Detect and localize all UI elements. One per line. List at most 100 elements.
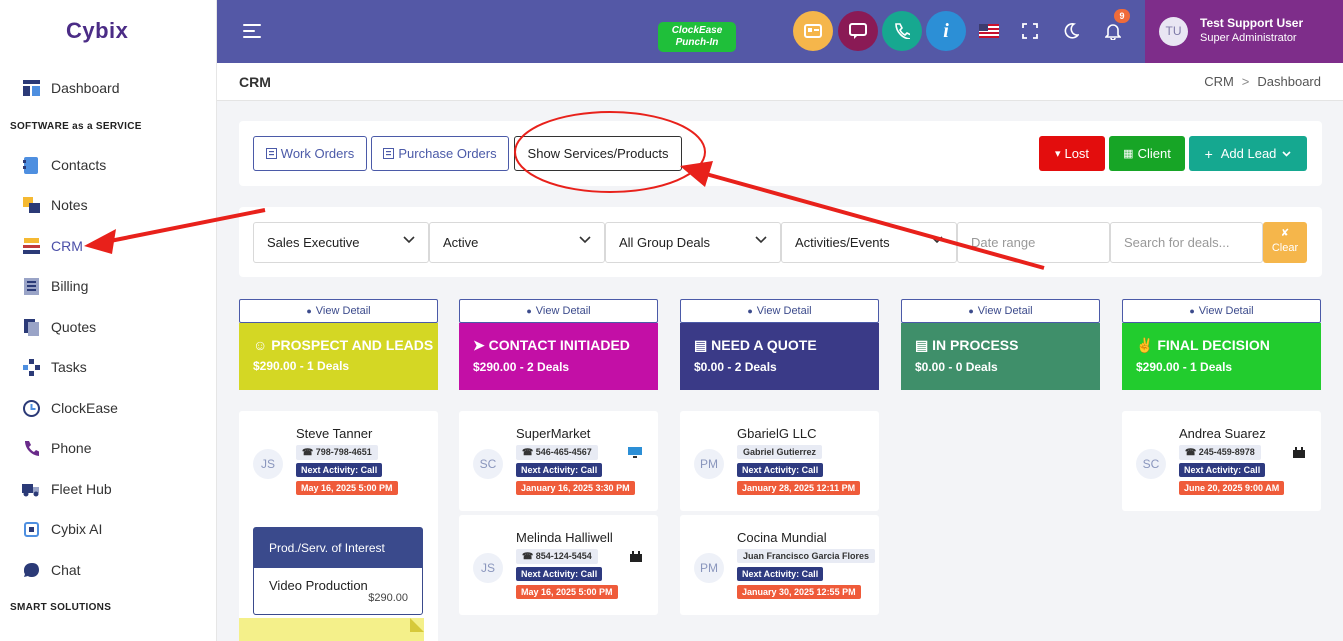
clear-button[interactable]: ✘ Clear xyxy=(1263,222,1307,263)
eye-icon: ● xyxy=(526,306,532,316)
group-deals-select[interactable]: All Group Deals xyxy=(605,222,781,263)
avatar: TU xyxy=(1159,17,1188,46)
add-lead-button[interactable]: + Add Lead xyxy=(1189,136,1307,171)
chevron-down-icon xyxy=(403,236,415,244)
breadcrumb-item[interactable]: CRM xyxy=(1204,74,1234,89)
deal-card[interactable]: PM GbarielG LLC Gabriel Gutierrez Next A… xyxy=(680,411,879,511)
menu-icon[interactable] xyxy=(243,24,261,38)
sidebar-item-contacts[interactable]: Contacts xyxy=(22,154,106,176)
sales-executive-select[interactable]: Sales Executive xyxy=(253,222,429,263)
view-detail-button[interactable]: ● View Detail xyxy=(239,299,438,323)
view-detail-label: View Detail xyxy=(756,305,812,317)
truck-icon xyxy=(22,480,40,498)
us-flag-icon[interactable] xyxy=(979,21,999,41)
sidebar-item-tasks[interactable]: Tasks xyxy=(22,356,87,378)
eraser-icon: ✘ xyxy=(1280,228,1290,239)
stage-final-decision: ✌ FINAL DECISION $290.00 - 1 Deals xyxy=(1122,323,1321,390)
deal-avatar: JS xyxy=(253,449,283,479)
phone-call-icon[interactable] xyxy=(882,11,922,51)
deal-card[interactable]: JS Steve Tanner ☎ 798-798-4651 Next Acti… xyxy=(239,411,438,511)
app-logo[interactable]: Cybix xyxy=(66,18,128,44)
bell-icon[interactable] xyxy=(1103,21,1123,41)
date-range-input[interactable]: Date range xyxy=(957,222,1110,263)
client-button[interactable]: ▦ Client xyxy=(1109,136,1185,171)
rocket-icon: ➤ xyxy=(473,337,489,353)
sidebar-item-billing[interactable]: Billing xyxy=(22,275,88,297)
sidebar-item-cybix-ai[interactable]: Cybix AI xyxy=(22,518,102,540)
chevron-down-icon xyxy=(931,236,943,244)
view-detail-button[interactable]: ● View Detail xyxy=(459,299,658,323)
activities-select[interactable]: Activities/Events xyxy=(781,222,957,263)
clipboard-icon: ▤ xyxy=(915,337,933,353)
info-icon[interactable]: i xyxy=(926,11,966,51)
purchase-orders-button[interactable]: Purchase Orders xyxy=(371,136,509,171)
view-detail-button[interactable]: ● View Detail xyxy=(680,299,879,323)
view-detail-button[interactable]: ● View Detail xyxy=(1122,299,1321,323)
hand-icon: ✌ xyxy=(1136,337,1158,353)
sidebar-item-notes[interactable]: Notes xyxy=(22,194,88,216)
tasks-icon xyxy=(22,358,40,376)
page-title: CRM xyxy=(239,74,271,90)
sidebar-item-fleet-hub[interactable]: Fleet Hub xyxy=(22,478,112,500)
deal-phone: ☎ 546-465-4567 xyxy=(516,445,598,460)
plus-icon: + xyxy=(1204,145,1213,162)
crm-icon xyxy=(22,237,40,255)
user-menu[interactable]: TU Test Support User Super Administrator xyxy=(1145,0,1343,63)
deal-phone: ☎ 798-798-4651 xyxy=(296,445,378,460)
activity-date-badge: May 16, 2025 5:00 PM xyxy=(296,481,398,495)
sidebar-item-quotes[interactable]: Quotes xyxy=(22,316,96,338)
select-value: Activities/Events xyxy=(795,235,890,250)
select-value: All Group Deals xyxy=(619,235,711,250)
list-icon xyxy=(265,148,277,159)
work-orders-button[interactable]: Work Orders xyxy=(253,136,367,171)
deal-card[interactable]: SC SuperMarket ☎ 546-465-4567 Next Activ… xyxy=(459,411,658,511)
work-orders-label: Work Orders xyxy=(280,146,355,161)
user-name: Test Support User xyxy=(1200,16,1304,30)
deal-contact: Gabriel Gutierrez xyxy=(737,445,823,459)
deal-phone-text: 854-124-5454 xyxy=(535,551,592,561)
eye-icon: ● xyxy=(1189,306,1195,316)
status-select[interactable]: Active xyxy=(429,222,605,263)
deal-phone-text: 245-459-8978 xyxy=(1198,447,1255,457)
sidebar-item-dashboard[interactable]: Dashboard xyxy=(22,77,120,99)
dark-mode-icon[interactable] xyxy=(1061,21,1081,41)
breadcrumb: CRM > Dashboard xyxy=(1204,74,1321,89)
sidebar-item-clockease[interactable]: ClockEase xyxy=(22,397,118,419)
deal-contact: Juan Francisco Garcia Flores xyxy=(737,549,876,563)
sidebar-item-chat[interactable]: Chat xyxy=(22,559,81,581)
next-activity-badge: Next Activity: Call xyxy=(296,463,383,477)
breadcrumb-item: Dashboard xyxy=(1257,74,1321,89)
sidebar-item-phone[interactable]: Phone xyxy=(22,437,91,459)
fullscreen-icon[interactable] xyxy=(1020,21,1040,41)
stage-contact-initiaded: ➤ CONTACT INITIADED $290.00 - 2 Deals xyxy=(459,323,658,390)
lost-button[interactable]: ▾ Lost xyxy=(1039,136,1105,171)
deal-card[interactable]: PM Cocina Mundial Juan Francisco Garcia … xyxy=(680,515,879,615)
search-deals-input[interactable]: Search for deals... xyxy=(1110,222,1263,263)
lost-label: Lost xyxy=(1064,146,1090,161)
select-value: Sales Executive xyxy=(267,235,360,250)
sidebar-item-label: Phone xyxy=(51,440,92,456)
deal-phone: ☎ 245-459-8978 xyxy=(1179,445,1261,460)
product-card[interactable]: Prod./Serv. of Interest Video Production… xyxy=(253,527,423,615)
view-detail-label: View Detail xyxy=(1198,305,1254,317)
next-activity-badge: Next Activity: Call xyxy=(737,463,824,477)
eye-icon: ● xyxy=(306,306,312,316)
id-card-icon[interactable] xyxy=(793,11,833,51)
sidebar-item-label: CRM xyxy=(51,238,83,254)
clock-icon xyxy=(22,399,40,417)
messages-icon[interactable] xyxy=(838,11,878,51)
deal-card[interactable]: JS Melinda Halliwell ☎ 854-124-5454 Next… xyxy=(459,515,658,615)
view-detail-button[interactable]: ● View Detail xyxy=(901,299,1100,323)
next-activity-badge: Next Activity: Call xyxy=(737,567,824,581)
next-activity-badge: Next Activity: Call xyxy=(1179,463,1266,477)
activity-date-badge: January 28, 2025 12:11 PM xyxy=(737,481,861,495)
deal-name: Andrea Suarez xyxy=(1179,426,1266,441)
clockease-punch-in-button[interactable]: ClockEase Punch-In xyxy=(658,22,736,52)
show-services-products-button[interactable]: Show Services/Products xyxy=(514,136,682,171)
sidebar-item-label: Contacts xyxy=(51,157,107,173)
stage-title: FINAL DECISION xyxy=(1157,337,1270,353)
deal-card[interactable]: SC Andrea Suarez ☎ 245-459-8978 Next Act… xyxy=(1122,411,1321,511)
deal-phone-text: 798-798-4651 xyxy=(315,447,372,457)
chevron-down-icon xyxy=(579,236,591,244)
sidebar-item-crm[interactable]: CRM xyxy=(22,235,83,257)
